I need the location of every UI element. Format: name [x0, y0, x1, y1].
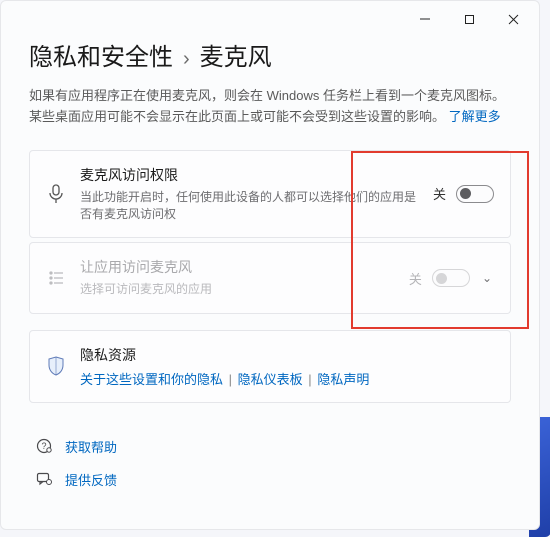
- mic-access-card[interactable]: 麦克风访问权限 当此功能开启时，任何使用此设备的人都可以选择他们的应用是否有麦克…: [29, 150, 511, 239]
- privacy-resources-card: 隐私资源 关于这些设置和你的隐私 | 隐私仪表板 | 隐私声明: [29, 330, 511, 403]
- help-icon: ?: [35, 438, 53, 454]
- learn-more-link[interactable]: 了解更多: [449, 109, 501, 124]
- intro-text: 如果有应用程序正在使用麦克风，则会在 Windows 任务栏上看到一个麦克风图标…: [29, 86, 511, 128]
- get-help-link[interactable]: ? 获取帮助: [35, 437, 511, 456]
- breadcrumb: 隐私和安全性 › 麦克风: [29, 37, 511, 72]
- titlebar: [1, 1, 539, 37]
- app-access-state: 关: [409, 269, 422, 288]
- feedback-label: 提供反馈: [65, 470, 117, 489]
- maximize-button[interactable]: [447, 4, 491, 34]
- page-title: 麦克风: [200, 37, 272, 72]
- svg-text:?: ?: [41, 441, 46, 451]
- chevron-down-icon[interactable]: ⌄: [480, 271, 494, 285]
- close-button[interactable]: [491, 4, 535, 34]
- app-access-card[interactable]: 让应用访问麦克风 选择可访问麦克风的应用 关 ⌄: [29, 242, 511, 313]
- mic-access-title: 麦克风访问权限: [80, 165, 419, 185]
- mic-access-sub: 当此功能开启时，任何使用此设备的人都可以选择他们的应用是否有麦克风访问权: [80, 189, 419, 224]
- separator: |: [229, 372, 232, 387]
- privacy-statement-link[interactable]: 隐私声明: [317, 372, 369, 387]
- intro-body: 如果有应用程序正在使用麦克风，则会在 Windows 任务栏上看到一个麦克风图标…: [29, 88, 505, 124]
- app-access-title: 让应用访问麦克风: [80, 257, 395, 277]
- app-access-sub: 选择可访问麦克风的应用: [80, 281, 395, 298]
- get-help-label: 获取帮助: [65, 437, 117, 456]
- breadcrumb-parent[interactable]: 隐私和安全性: [29, 37, 173, 72]
- privacy-about-link[interactable]: 关于这些设置和你的隐私: [80, 372, 223, 387]
- separator: |: [308, 372, 311, 387]
- mic-access-toggle[interactable]: [456, 185, 494, 203]
- mic-access-state: 关: [433, 184, 446, 203]
- settings-window: 隐私和安全性 › 麦克风 如果有应用程序正在使用麦克风，则会在 Windows …: [0, 0, 540, 530]
- app-access-toggle: [432, 269, 470, 287]
- list-icon: [46, 270, 66, 286]
- microphone-icon: [46, 184, 66, 204]
- shield-icon: [46, 356, 66, 376]
- privacy-dashboard-link[interactable]: 隐私仪表板: [238, 372, 303, 387]
- feedback-link[interactable]: 提供反馈: [35, 470, 511, 489]
- minimize-button[interactable]: [403, 4, 447, 34]
- privacy-title: 隐私资源: [80, 345, 494, 365]
- privacy-links: 关于这些设置和你的隐私 | 隐私仪表板 | 隐私声明: [80, 369, 494, 388]
- chevron-right-icon: ›: [183, 48, 190, 71]
- content-area: 隐私和安全性 › 麦克风 如果有应用程序正在使用麦克风，则会在 Windows …: [1, 37, 539, 489]
- feedback-icon: [35, 471, 53, 487]
- footer-links: ? 获取帮助 提供反馈: [29, 437, 511, 489]
